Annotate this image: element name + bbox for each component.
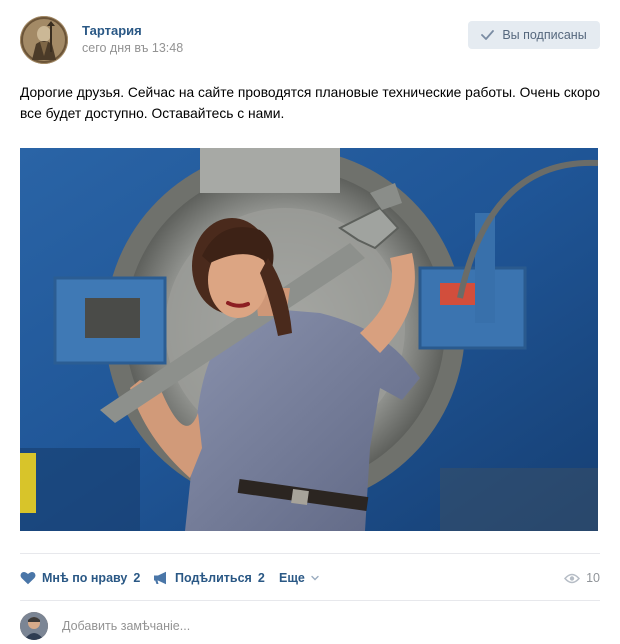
more-button[interactable]: Еще: [279, 566, 319, 590]
comment-input[interactable]: [62, 612, 592, 640]
megaphone-icon: [153, 571, 169, 585]
post-actions: Мнѣ по нраву 2 Подѣлиться 2 Еще 10: [20, 566, 600, 590]
post-photo[interactable]: [20, 148, 598, 531]
share-label: Подѣлиться: [175, 571, 252, 585]
subscribed-label: Вы подписаны: [502, 28, 587, 42]
check-icon: [481, 30, 495, 40]
post-header: Тартария сего дня въ 13:48 Вы подписаны: [0, 0, 620, 80]
share-count: 2: [257, 571, 265, 585]
chevron-down-icon: [311, 575, 319, 581]
author-avatar[interactable]: [20, 16, 68, 64]
views-counter: 10: [564, 566, 600, 590]
subscribed-button[interactable]: Вы подписаны: [468, 21, 600, 49]
heart-icon: [20, 571, 36, 585]
post-text: Дорогие друзья. Сейчас на сайте проводят…: [20, 85, 601, 121]
like-count: 2: [133, 571, 141, 585]
actions-divider: [20, 553, 600, 554]
share-button[interactable]: Подѣлиться 2: [153, 566, 265, 590]
post-date[interactable]: сего дня въ 13:48: [82, 41, 183, 55]
user-avatar[interactable]: [20, 612, 48, 640]
author-name[interactable]: Тартария: [82, 23, 142, 38]
more-label: Еще: [279, 571, 305, 585]
like-button[interactable]: Мнѣ по нраву 2: [20, 566, 140, 590]
eye-icon: [564, 573, 581, 584]
comment-divider: [20, 600, 600, 601]
views-count: 10: [586, 571, 600, 585]
comment-row: [20, 612, 600, 640]
like-label: Мнѣ по нраву: [42, 571, 128, 585]
